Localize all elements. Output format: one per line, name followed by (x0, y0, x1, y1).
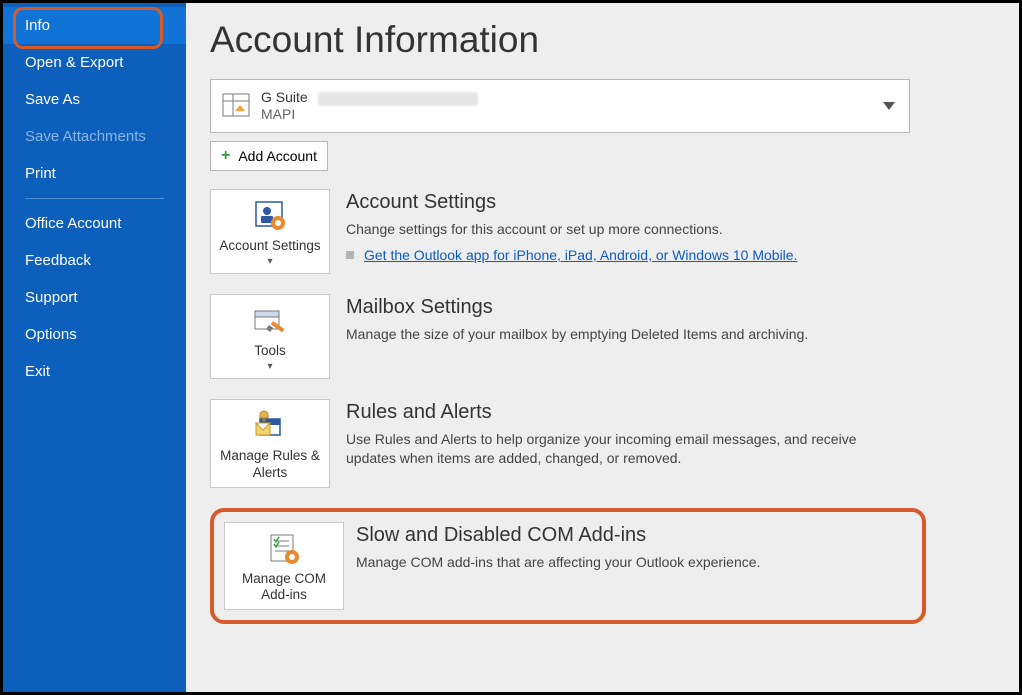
section-desc: Manage COM add-ins that are affecting yo… (356, 553, 912, 572)
backstage-sidebar: Info Open & Export Save As Save Attachme… (3, 3, 186, 692)
sidebar-label: Support (25, 289, 78, 306)
sidebar-item-open-export[interactable]: Open & Export (3, 44, 186, 81)
com-addins-tile[interactable]: Manage COM Add-ins (224, 522, 344, 610)
account-protocol: MAPI (261, 106, 478, 123)
sidebar-item-print[interactable]: Print (3, 155, 186, 192)
account-selector[interactable]: G Suite MAPI (210, 79, 910, 133)
sidebar-item-feedback[interactable]: Feedback (3, 242, 186, 279)
section-rules-alerts: Manage Rules & Alerts Rules and Alerts U… (210, 399, 910, 487)
chevron-down-icon: ▾ (215, 256, 325, 267)
section-desc: Use Rules and Alerts to help organize yo… (346, 430, 910, 468)
sidebar-item-exit[interactable]: Exit (3, 353, 186, 390)
sidebar-label: Exit (25, 363, 50, 380)
plus-icon: + (221, 147, 230, 165)
account-email-redacted (318, 92, 478, 106)
section-title: Account Settings (346, 191, 910, 214)
outlook-app-link[interactable]: Get the Outlook app for iPhone, iPad, An… (364, 247, 797, 263)
tile-label: Account Settings (215, 238, 325, 254)
section-desc: Change settings for this account or set … (346, 220, 910, 239)
account-text: G Suite MAPI (261, 89, 478, 123)
account-settings-icon (215, 198, 325, 234)
sidebar-item-office-account[interactable]: Office Account (3, 205, 186, 242)
account-settings-tile[interactable]: Account Settings ▾ (210, 189, 330, 274)
add-account-label: Add Account (238, 148, 317, 164)
add-account-button[interactable]: + Add Account (210, 141, 328, 171)
mailbox-icon (221, 91, 251, 121)
tools-icon (215, 303, 325, 339)
tile-label: Manage COM Add-ins (229, 571, 339, 603)
section-desc: Manage the size of your mailbox by empty… (346, 325, 910, 344)
section-title: Rules and Alerts (346, 401, 910, 424)
chevron-down-icon (883, 102, 895, 110)
sidebar-item-support[interactable]: Support (3, 279, 186, 316)
chevron-down-icon: ▾ (215, 361, 325, 372)
main-panel: Account Information G Suite MAPI (186, 3, 1019, 692)
page-title: Account Information (210, 19, 979, 61)
sidebar-item-save-as[interactable]: Save As (3, 81, 186, 118)
sidebar-item-info[interactable]: Info (3, 7, 186, 44)
account-name: G Suite (261, 89, 308, 105)
sidebar-divider (25, 198, 164, 199)
sidebar-label: Feedback (25, 252, 91, 269)
rules-alerts-tile[interactable]: Manage Rules & Alerts (210, 399, 330, 487)
sidebar-label: Options (25, 326, 77, 343)
sidebar-label: Save Attachments (25, 128, 146, 145)
sidebar-label: Save As (25, 91, 80, 108)
sidebar-label: Info (25, 17, 50, 34)
tools-tile[interactable]: Tools ▾ (210, 294, 330, 379)
bullet-icon (346, 251, 354, 259)
sidebar-label: Open & Export (25, 54, 123, 71)
com-addins-icon (229, 531, 339, 567)
section-title: Mailbox Settings (346, 296, 910, 319)
tile-label: Tools (215, 343, 325, 359)
tile-label: Manage Rules & Alerts (215, 448, 325, 480)
sidebar-item-options[interactable]: Options (3, 316, 186, 353)
sidebar-label: Office Account (25, 215, 121, 232)
section-account-settings: Account Settings ▾ Account Settings Chan… (210, 189, 910, 274)
rules-alerts-icon (215, 408, 325, 444)
section-title: Slow and Disabled COM Add-ins (356, 524, 912, 547)
section-mailbox-settings: Tools ▾ Mailbox Settings Manage the size… (210, 294, 910, 379)
annotation-highlight-com-addins: Manage COM Add-ins Slow and Disabled COM… (210, 508, 926, 624)
sidebar-label: Print (25, 165, 56, 182)
sidebar-item-save-attachments: Save Attachments (3, 118, 186, 155)
